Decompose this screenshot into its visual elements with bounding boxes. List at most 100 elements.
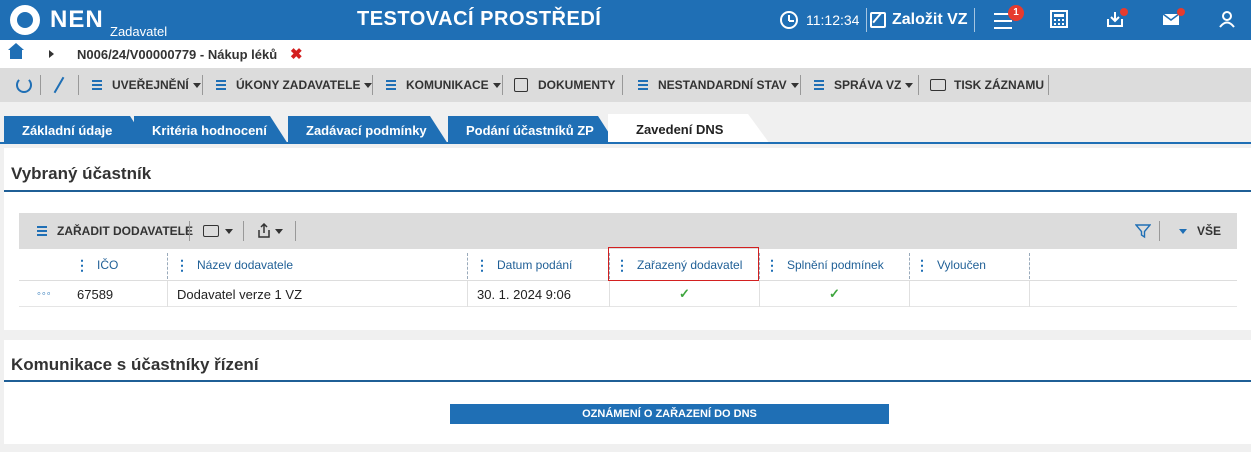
dns-inclusion-notice-button[interactable]: OZNÁMENÍ O ZAŘAZENÍ DO DNS <box>450 404 889 424</box>
app-header: NEN Zadavatel TESTOVACÍ PROSTŘEDÍ 11:12:… <box>0 0 1251 40</box>
table-row[interactable]: ◦◦◦ 67589 Dodavatel verze 1 VZ 30. 1. 20… <box>19 281 1237 307</box>
column-label: IČO <box>97 258 119 272</box>
refresh-icon[interactable] <box>16 77 32 93</box>
column-menu-icon[interactable]: ⋮ <box>915 257 929 274</box>
column-menu-icon[interactable]: ⋮ <box>175 257 189 274</box>
toolbar-divider <box>1159 221 1160 241</box>
column-divider[interactable] <box>167 253 168 279</box>
print-grid-button[interactable] <box>203 213 233 249</box>
home-icon[interactable] <box>8 43 24 59</box>
column-divider[interactable] <box>759 253 760 279</box>
toolbar-divider <box>622 75 623 95</box>
caret-down-icon <box>905 82 914 88</box>
nen-logo-icon[interactable] <box>10 5 40 35</box>
toolbar-communication[interactable]: KOMUNIKACE <box>386 68 501 102</box>
section-underline <box>4 380 1251 382</box>
column-header-excluded[interactable]: ⋮ Vyloučen <box>915 249 986 281</box>
column-divider[interactable] <box>1029 253 1030 279</box>
cell-ico: 67589 <box>77 286 114 302</box>
toolbar-divider <box>78 75 79 95</box>
header-divider <box>974 8 975 32</box>
create-tender-button[interactable]: Založit VZ <box>870 6 968 34</box>
add-supplier-button[interactable]: ZAŘADIT DODAVATELE <box>37 213 193 249</box>
toolbar-divider <box>243 221 244 241</box>
pencil-icon[interactable] <box>53 76 65 94</box>
toolbar-print-record[interactable]: TISK ZÁZNAMU <box>930 68 1044 102</box>
tab-participant-submissions[interactable]: Podání účastníků ZP <box>448 116 612 144</box>
column-menu-icon[interactable]: ⋮ <box>765 257 779 274</box>
section-underline <box>4 190 1251 192</box>
toolbar-divider <box>202 75 203 95</box>
column-header-conditions-met[interactable]: ⋮ Splnění podmínek <box>765 249 884 281</box>
column-menu-icon[interactable]: ⋮ <box>75 257 89 274</box>
cell-submission-date: 30. 1. 2024 9:06 <box>477 286 571 302</box>
toolbar-contracting-actions[interactable]: ÚKONY ZADAVATELE <box>216 68 373 102</box>
column-divider[interactable] <box>467 253 468 279</box>
toolbar-publication[interactable]: UVEŘEJNĚNÍ <box>92 68 201 102</box>
filter-icon <box>1135 224 1151 239</box>
selected-participant-title: Vybraný účastník <box>11 164 152 183</box>
toolbar-divider <box>295 221 296 241</box>
tab-basic-info[interactable]: Základní údaje <box>4 116 130 144</box>
participant-communication-title: Komunikace s účastníky řízení <box>11 355 259 374</box>
caret-down-icon <box>492 82 501 88</box>
toolbar-management[interactable]: SPRÁVA VZ <box>814 68 914 102</box>
caret-down-icon <box>275 228 283 234</box>
cell-divider <box>167 281 168 307</box>
list-icon <box>638 79 652 91</box>
column-divider[interactable] <box>909 253 910 279</box>
create-tender-label: Založit VZ <box>892 11 968 28</box>
document-icon <box>514 78 528 92</box>
tab-tender-conditions[interactable]: Zadávací podmínky <box>288 116 445 144</box>
clock-icon <box>780 11 798 29</box>
cell-divider <box>759 281 760 307</box>
caret-down-icon <box>790 82 799 88</box>
breadcrumb-current[interactable]: N006/24/V00000779 - Nákup léků <box>77 47 277 62</box>
filter-button[interactable] <box>1135 213 1151 249</box>
tab-dns-introduction[interactable]: Zavedení DNS <box>618 114 741 144</box>
add-supplier-label: ZAŘADIT DODAVATELE <box>57 224 193 238</box>
brand-name: NEN <box>50 6 104 33</box>
printer-icon <box>930 79 946 91</box>
toolbar-divider <box>800 75 801 95</box>
cell-divider <box>467 281 468 307</box>
toolbar-nonstandard-state-label: NESTANDARDNÍ STAV <box>658 78 787 92</box>
printer-icon <box>203 225 219 237</box>
toolbar-divider <box>918 75 919 95</box>
close-icon[interactable]: ✖ <box>290 45 303 63</box>
column-label: Vyloučen <box>937 258 986 272</box>
list-icon <box>92 79 106 91</box>
calculator-icon[interactable] <box>1050 10 1070 30</box>
cell-divider <box>909 281 910 307</box>
brand-subtitle: Zadavatel <box>110 24 168 39</box>
row-actions-icon[interactable]: ◦◦◦ <box>37 281 52 307</box>
tab-evaluation-criteria[interactable]: Kritéria hodnocení <box>134 116 285 144</box>
breadcrumb: N006/24/V00000779 - Nákup léků ✖ <box>0 40 1251 68</box>
column-header-ico[interactable]: ⋮ IČO <box>75 249 118 281</box>
column-header-supplier-name[interactable]: ⋮ Název dodavatele <box>175 249 293 281</box>
header-divider <box>866 8 867 32</box>
column-header-submission-date[interactable]: ⋮ Datum podání <box>475 249 572 281</box>
highlighted-column-marker <box>608 247 759 281</box>
grid-toolbar: ZAŘADIT DODAVATELE VŠE <box>19 213 1237 249</box>
toolbar-publication-label: UVEŘEJNĚNÍ <box>112 78 189 92</box>
toolbar-divider <box>1048 75 1049 95</box>
filter-all-dropdown[interactable]: VŠE <box>1175 213 1221 249</box>
export-button[interactable] <box>257 213 283 249</box>
caret-down-icon <box>225 228 233 234</box>
user-icon[interactable] <box>1218 10 1238 30</box>
toolbar-contracting-actions-label: ÚKONY ZADAVATELE <box>236 78 361 92</box>
list-icon <box>37 225 51 237</box>
session-time: 11:12:34 <box>806 12 860 28</box>
caret-down-icon <box>192 82 201 88</box>
mail-alert-dot <box>1177 8 1185 16</box>
list-icon <box>814 79 828 91</box>
column-label: Splnění podmínek <box>787 258 884 272</box>
toolbar-divider <box>189 221 190 241</box>
toolbar-documents[interactable]: DOKUMENTY <box>514 68 615 102</box>
toolbar-nonstandard-state[interactable]: NESTANDARDNÍ STAV <box>638 68 799 102</box>
included-check-icon: ✓ <box>679 286 690 301</box>
edit-icon <box>870 12 886 28</box>
column-menu-icon[interactable]: ⋮ <box>475 257 489 274</box>
main-toolbar: UVEŘEJNĚNÍ ÚKONY ZADAVATELE KOMUNIKACE D… <box>0 68 1251 102</box>
